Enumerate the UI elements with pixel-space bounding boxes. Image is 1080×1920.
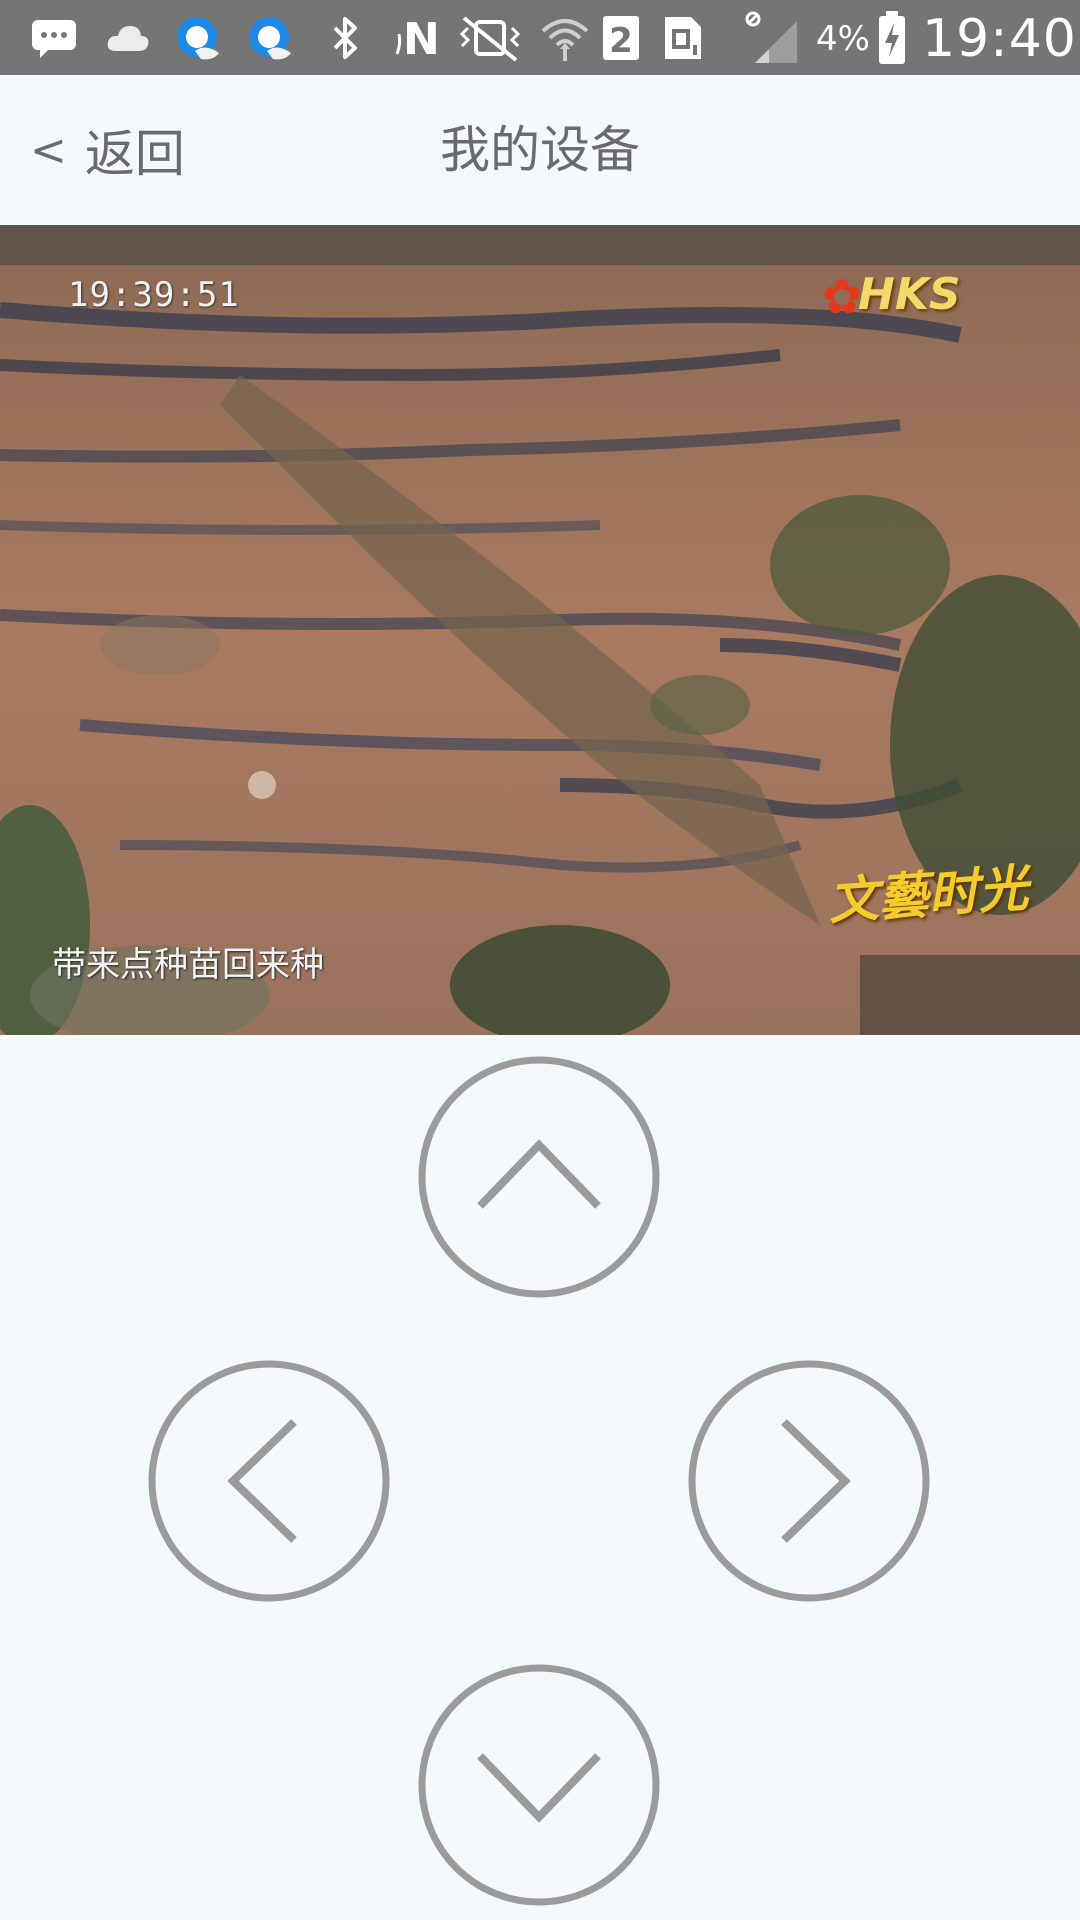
pan-down-button[interactable] <box>418 1664 660 1906</box>
battery-charging-icon <box>874 10 910 66</box>
pan-left-button[interactable] <box>148 1360 390 1602</box>
svg-text:N: N <box>403 14 440 62</box>
chevron-left-icon <box>148 1360 390 1602</box>
channel-logo: HKS <box>858 269 961 320</box>
bluetooth-icon <box>322 10 370 66</box>
status-bar: N 2 4% 19:40 <box>0 0 1080 75</box>
qq-browser-icon <box>242 10 298 66</box>
cloud-icon <box>100 10 156 66</box>
chevron-right-icon <box>688 1360 930 1602</box>
video-stream[interactable]: 19:39:51 ✿ HKS 文藝时光 带来点种苗回来种 <box>0 225 1080 1035</box>
video-timestamp: 19:39:51 <box>68 275 240 315</box>
sim-2-icon: 2 <box>600 10 642 66</box>
vibrate-icon <box>454 10 526 66</box>
wifi-icon <box>536 10 594 66</box>
page-title: 我的设备 <box>440 121 640 179</box>
header: < 返回 我的设备 <box>0 75 1080 225</box>
chevron-up-icon <box>418 1056 660 1298</box>
signal-icon <box>742 10 804 66</box>
qq-browser-icon <box>170 10 226 66</box>
program-logo: 文藝时光 <box>826 859 1031 931</box>
message-icon <box>26 10 82 66</box>
clock: 19:40 <box>922 9 1077 69</box>
channel-logo-icon: ✿ <box>822 269 863 325</box>
pan-right-button[interactable] <box>688 1360 930 1602</box>
sim-card-icon <box>660 10 706 66</box>
nfc-icon: N <box>392 10 444 66</box>
svg-text:2: 2 <box>609 21 633 61</box>
video-caption: 带来点种苗回来种 <box>52 945 324 985</box>
pan-up-button[interactable] <box>418 1056 660 1298</box>
battery-percent: 4% <box>816 19 870 59</box>
chevron-down-icon <box>418 1664 660 1906</box>
